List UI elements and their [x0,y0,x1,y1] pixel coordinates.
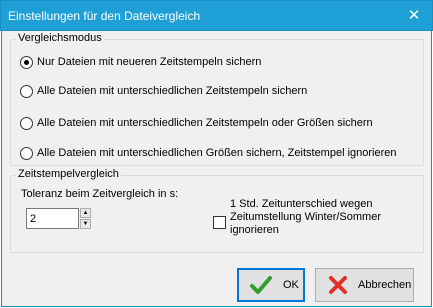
radio-button[interactable] [20,116,33,130]
radio-different-timestamps-or-sizes[interactable]: Alle Dateien mit unterschiedlichen Zeits… [20,116,373,130]
tolerance-stepper[interactable]: ▲ ▼ [26,208,91,229]
cancel-label: Abbrechen [358,279,412,291]
checkmark-icon [249,273,273,297]
spin-down-button[interactable]: ▼ [80,219,91,229]
ok-label: OK [283,279,299,291]
compare-mode-legend: Vergleichsmodus [16,32,104,44]
radio-label: Alle Dateien mit unterschiedlichen Zeits… [37,85,308,97]
dst-checkbox[interactable] [213,216,226,229]
timestamp-legend: Zeitstempelvergleich [16,168,121,180]
radio-button[interactable] [20,55,33,69]
radio-newer-only[interactable]: Nur Dateien mit neueren Zeitstempeln sic… [20,55,261,69]
tolerance-label: Toleranz beim Zeitvergleich in s: [21,188,179,200]
radio-different-timestamps[interactable]: Alle Dateien mit unterschiedlichen Zeits… [20,84,307,98]
tolerance-input[interactable] [26,208,79,229]
dst-checkbox-label: 1 Std. Zeitunterschied wegen Zeitumstell… [230,198,381,236]
radio-button[interactable] [20,84,33,98]
dialog-body: Vergleichsmodus Nur Dateien mit neueren … [1,31,432,307]
window-title: Einstellungen für den Dateivergleich [8,9,201,23]
spin-up-button[interactable]: ▲ [80,208,91,218]
radio-button[interactable] [20,146,33,160]
radio-label: Alle Dateien mit unterschiedlichen Größe… [37,147,397,159]
radio-label: Alle Dateien mit unterschiedlichen Zeits… [37,117,373,129]
close-icon[interactable]: ✕ [404,6,424,26]
radio-label: Nur Dateien mit neueren Zeitstempeln sic… [37,56,262,68]
title-bar: Einstellungen für den Dateivergleich ✕ [0,0,433,31]
ok-button[interactable]: OK [237,268,305,302]
radio-different-sizes[interactable]: Alle Dateien mit unterschiedlichen Größe… [20,146,397,160]
cross-icon [326,273,350,297]
cancel-button[interactable]: Abbrechen [315,268,414,302]
compare-mode-group: Vergleichsmodus Nur Dateien mit neueren … [10,32,424,166]
